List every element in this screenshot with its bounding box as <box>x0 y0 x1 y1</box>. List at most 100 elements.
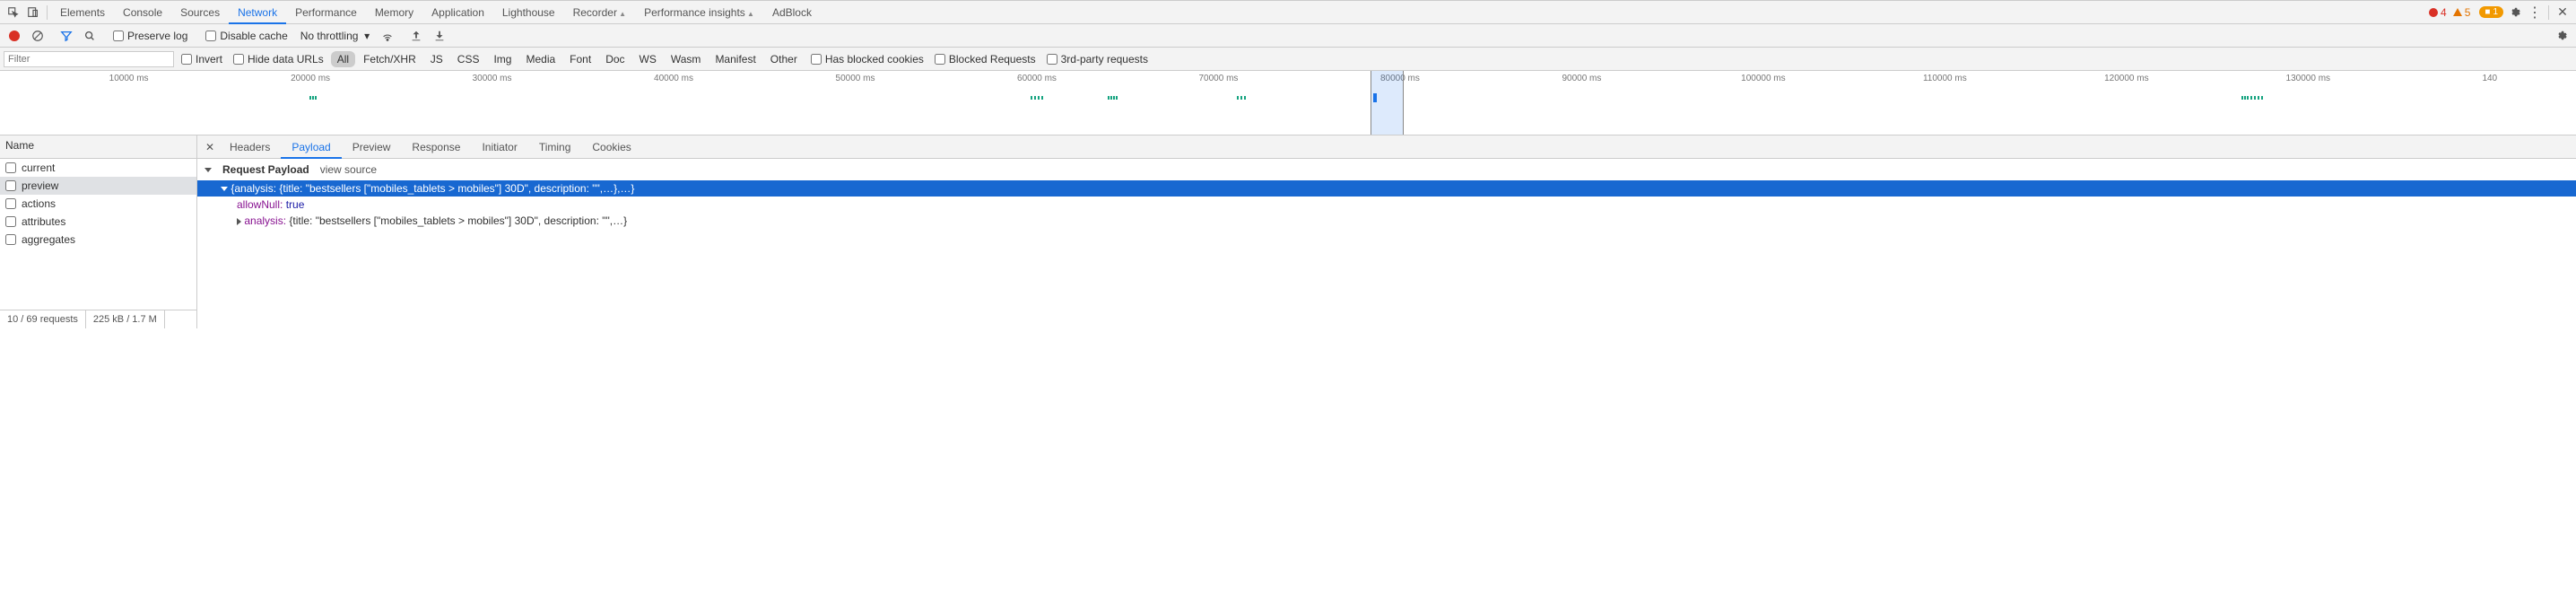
hide-data-urls-checkbox[interactable]: Hide data URLs <box>230 53 327 66</box>
error-badge[interactable]: 4 5 <box>2424 5 2476 20</box>
third-party-checkbox[interactable]: 3rd-party requests <box>1043 53 1152 66</box>
tab-application[interactable]: Application <box>422 3 493 22</box>
payload-section-header[interactable]: Request Payload view source <box>197 159 2576 180</box>
throttling-select[interactable]: No throttling ▾ <box>297 28 373 44</box>
timeline-tick: 30000 ms <box>473 74 512 83</box>
filter-type-manifest[interactable]: Manifest <box>709 51 761 67</box>
request-row[interactable]: attributes <box>0 213 196 231</box>
network-toolbar: Preserve log Disable cache No throttling… <box>0 24 2576 48</box>
tab-console[interactable]: Console <box>114 3 171 22</box>
close-icon[interactable]: ✕ <box>2553 3 2572 22</box>
tab-recorder[interactable]: Recorder ▲ <box>564 3 636 22</box>
detail-tab-cookies[interactable]: Cookies <box>581 137 641 157</box>
timeline-tick: 140 <box>2482 74 2497 83</box>
filter-type-js[interactable]: JS <box>424 51 449 67</box>
detail-tab-response[interactable]: Response <box>401 137 471 157</box>
filter-type-font[interactable]: Font <box>563 51 597 67</box>
filter-type-ws[interactable]: WS <box>633 51 663 67</box>
timeline-tick: 60000 ms <box>1017 74 1057 83</box>
tab-performance-insights[interactable]: Performance insights ▲ <box>635 3 763 22</box>
filter-input[interactable] <box>4 51 174 67</box>
filter-type-other[interactable]: Other <box>764 51 804 67</box>
request-name: preview <box>22 179 58 192</box>
request-row-checkbox[interactable] <box>5 162 16 173</box>
has-blocked-cookies-checkbox[interactable]: Has blocked cookies <box>807 53 927 66</box>
request-row-checkbox[interactable] <box>5 198 16 209</box>
tab-adblock[interactable]: AdBlock <box>763 3 821 22</box>
tab-sources[interactable]: Sources <box>171 3 229 22</box>
tab-performance[interactable]: Performance <box>286 3 366 22</box>
expand-icon <box>221 187 228 191</box>
disable-cache-checkbox[interactable]: Disable cache <box>202 30 291 42</box>
invert-checkbox[interactable]: Invert <box>178 53 226 66</box>
timeline-tick: 10000 ms <box>109 74 149 83</box>
close-detail-icon[interactable]: ✕ <box>201 141 219 153</box>
filter-type-css[interactable]: CSS <box>451 51 486 67</box>
view-source-link[interactable]: view source <box>320 163 377 176</box>
tab-elements[interactable]: Elements <box>51 3 114 22</box>
blocked-requests-checkbox[interactable]: Blocked Requests <box>931 53 1040 66</box>
request-list-header[interactable]: Name <box>0 135 196 159</box>
detail-tabs: ✕ HeadersPayloadPreviewResponseInitiator… <box>197 135 2576 159</box>
collapse-icon <box>205 168 212 172</box>
filter-type-img[interactable]: Img <box>487 51 518 67</box>
payload-line[interactable]: allowNull: true <box>197 197 2576 213</box>
filter-type-doc[interactable]: Doc <box>599 51 631 67</box>
timeline-tick: 20000 ms <box>291 74 330 83</box>
timeline-tick: 110000 ms <box>1923 74 1967 83</box>
issues-count: 1 <box>2493 7 2498 17</box>
payload-root-line[interactable]: {analysis: {title: "bestsellers ["mobile… <box>197 180 2576 197</box>
tab-lighthouse[interactable]: Lighthouse <box>493 3 564 22</box>
request-list: Name current preview actions attributes aggr… <box>0 135 197 328</box>
clear-icon[interactable] <box>29 27 47 45</box>
request-row[interactable]: aggregates <box>0 231 196 249</box>
detail-tab-timing[interactable]: Timing <box>528 137 582 157</box>
tab-network[interactable]: Network <box>229 3 286 22</box>
filter-type-all[interactable]: All <box>331 51 355 67</box>
request-row[interactable]: actions <box>0 195 196 213</box>
request-row[interactable]: preview <box>0 177 196 195</box>
request-row-checkbox[interactable] <box>5 180 16 191</box>
filter-toggle-icon[interactable] <box>57 27 75 45</box>
request-row[interactable]: current <box>0 159 196 177</box>
issues-badge[interactable]: ■1 <box>2479 6 2503 18</box>
device-toggle-icon[interactable] <box>23 3 43 22</box>
payload-body: Request Payload view source {analysis: {… <box>197 159 2576 328</box>
request-name: actions <box>22 197 56 210</box>
network-conditions-icon[interactable] <box>379 27 396 45</box>
settings-icon[interactable] <box>2505 3 2525 22</box>
request-row-checkbox[interactable] <box>5 216 16 227</box>
timeline-tick: 130000 ms <box>2286 74 2330 83</box>
timeline-selection[interactable] <box>1371 71 1404 135</box>
divider <box>2548 5 2549 20</box>
preserve-log-checkbox[interactable]: Preserve log <box>109 30 191 42</box>
request-count: 10 / 69 requests <box>0 310 86 328</box>
more-icon[interactable]: ⋮ <box>2525 3 2545 22</box>
warning-count: 5 <box>2465 6 2471 19</box>
filter-type-wasm[interactable]: Wasm <box>665 51 708 67</box>
tab-memory[interactable]: Memory <box>366 3 422 22</box>
request-name: attributes <box>22 215 65 228</box>
expand-icon <box>237 218 241 225</box>
experimental-icon: ▲ <box>617 10 626 18</box>
network-settings-icon[interactable] <box>2553 27 2571 45</box>
record-button[interactable] <box>5 27 23 45</box>
upload-har-icon[interactable] <box>407 27 425 45</box>
timeline-tick: 50000 ms <box>836 74 875 83</box>
detail-tab-preview[interactable]: Preview <box>342 137 402 157</box>
detail-tab-headers[interactable]: Headers <box>219 137 281 157</box>
inspect-icon[interactable] <box>4 3 23 22</box>
network-timeline[interactable]: 10000 ms20000 ms30000 ms40000 ms50000 ms… <box>0 71 2576 135</box>
payload-line[interactable]: analysis: {title: "bestsellers ["mobiles… <box>197 213 2576 229</box>
detail-tab-payload[interactable]: Payload <box>281 137 341 157</box>
detail-tab-initiator[interactable]: Initiator <box>471 137 527 157</box>
filter-type-fetch-xhr[interactable]: Fetch/XHR <box>357 51 422 67</box>
request-name: current <box>22 162 55 174</box>
request-list-footer: 10 / 69 requests 225 kB / 1.7 M <box>0 310 196 328</box>
search-icon[interactable] <box>81 27 99 45</box>
timeline-tick: 70000 ms <box>1198 74 1238 83</box>
network-main: Name current preview actions attributes aggr… <box>0 135 2576 328</box>
request-row-checkbox[interactable] <box>5 234 16 245</box>
download-har-icon[interactable] <box>431 27 448 45</box>
filter-type-media[interactable]: Media <box>519 51 561 67</box>
